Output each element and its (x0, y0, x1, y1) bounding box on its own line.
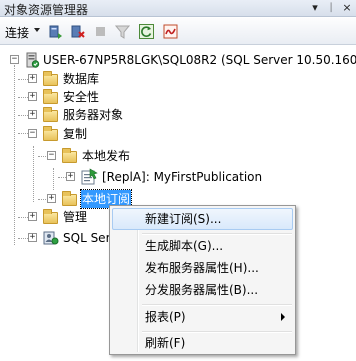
tree-node-databases[interactable]: + 数据库 (0, 70, 200, 88)
server-label: USER-67NP5R8LGK\SQL08R2 (SQL Server 10.5… (43, 53, 356, 67)
tree-node-publication[interactable]: + [ReplA]: MyFirstPublication (0, 168, 300, 186)
connect-dropdown-icon[interactable] (34, 28, 40, 32)
window-position-icon[interactable]: ▾ (308, 1, 322, 15)
expand-icon[interactable]: + (28, 110, 37, 119)
folder-icon (62, 191, 77, 206)
filter-icon (115, 25, 130, 39)
folder-icon (43, 209, 58, 224)
expand-icon[interactable]: + (28, 74, 37, 83)
folder-icon (43, 126, 58, 141)
tree-node-management[interactable]: + 管理 (0, 208, 105, 226)
context-menu: 新建订阅(S)... 生成脚本(G)... 发布服务器属性(H)... 分发服务… (109, 205, 296, 355)
tree-node-server-objects[interactable]: + 服务器对象 (0, 106, 200, 124)
menu-item-publisher-properties[interactable]: 发布服务器属性(H)... (112, 257, 293, 279)
stop-icon (96, 27, 105, 36)
publication-label: [ReplA]: MyFirstPublication (102, 170, 263, 184)
tree-node-server[interactable]: − USER-67NP5R8LGK\SQL08R2 (SQL Server 10… (0, 51, 356, 69)
tree-node-sql-agent[interactable]: + SQL Ser (0, 229, 111, 247)
local-publications-label: 本地发布 (82, 149, 131, 163)
replication-label: 复制 (63, 127, 88, 141)
security-label: 安全性 (63, 90, 100, 104)
tree-node-local-subscriptions[interactable]: + 本地订阅 (0, 189, 133, 209)
databases-label: 数据库 (63, 72, 100, 86)
folder-icon (43, 71, 58, 86)
submenu-arrow-icon (281, 313, 285, 321)
management-label: 管理 (63, 210, 88, 224)
menu-item-refresh[interactable]: 刷新(F) (112, 332, 293, 354)
activity-monitor-icon[interactable] (163, 24, 178, 39)
expand-icon[interactable]: + (28, 212, 37, 221)
expand-icon[interactable]: + (47, 194, 56, 203)
tree-node-security[interactable]: + 安全性 (0, 88, 200, 106)
expand-icon[interactable]: + (66, 172, 75, 181)
menu-item-distributor-properties[interactable]: 分发服务器属性(B)... (112, 279, 293, 301)
refresh-icon[interactable] (139, 24, 154, 39)
sql-agent-label: SQL Ser (63, 231, 111, 245)
collapse-icon[interactable]: − (47, 151, 56, 160)
menu-item-reports[interactable]: 报表(P) (112, 306, 293, 328)
folder-icon (43, 107, 58, 122)
menu-item-new-subscription[interactable]: 新建订阅(S)... (112, 208, 293, 230)
tree-node-local-publications[interactable]: − 本地发布 (0, 147, 220, 165)
auto-hide-pin-icon[interactable]: ᛁ (324, 1, 338, 15)
folder-icon (43, 89, 58, 104)
connect-button[interactable]: 连接 (5, 24, 29, 41)
collapse-icon[interactable]: − (10, 55, 19, 64)
menu-item-generate-scripts[interactable]: 生成脚本(G)... (112, 235, 293, 257)
publication-icon (81, 168, 98, 185)
server-objects-label: 服务器对象 (63, 108, 124, 122)
disconnect-server-icon[interactable] (70, 24, 85, 39)
sql-agent-icon (43, 231, 59, 245)
close-panel-icon[interactable]: × (340, 1, 354, 15)
connect-server-icon[interactable] (48, 24, 63, 39)
panel-title: 对象资源管理器 (4, 3, 89, 17)
reports-label: 报表(P) (145, 310, 186, 324)
panel-titlebar: 对象资源管理器 ▾ ᛁ × (0, 0, 356, 17)
server-connected-icon (26, 52, 40, 68)
expand-icon[interactable]: + (28, 233, 37, 242)
tree-node-replication[interactable]: − 复制 (0, 125, 200, 143)
collapse-icon[interactable]: − (28, 129, 37, 138)
explorer-toolbar: 连接 (0, 18, 356, 45)
folder-icon (62, 148, 77, 163)
expand-icon[interactable]: + (28, 92, 37, 101)
